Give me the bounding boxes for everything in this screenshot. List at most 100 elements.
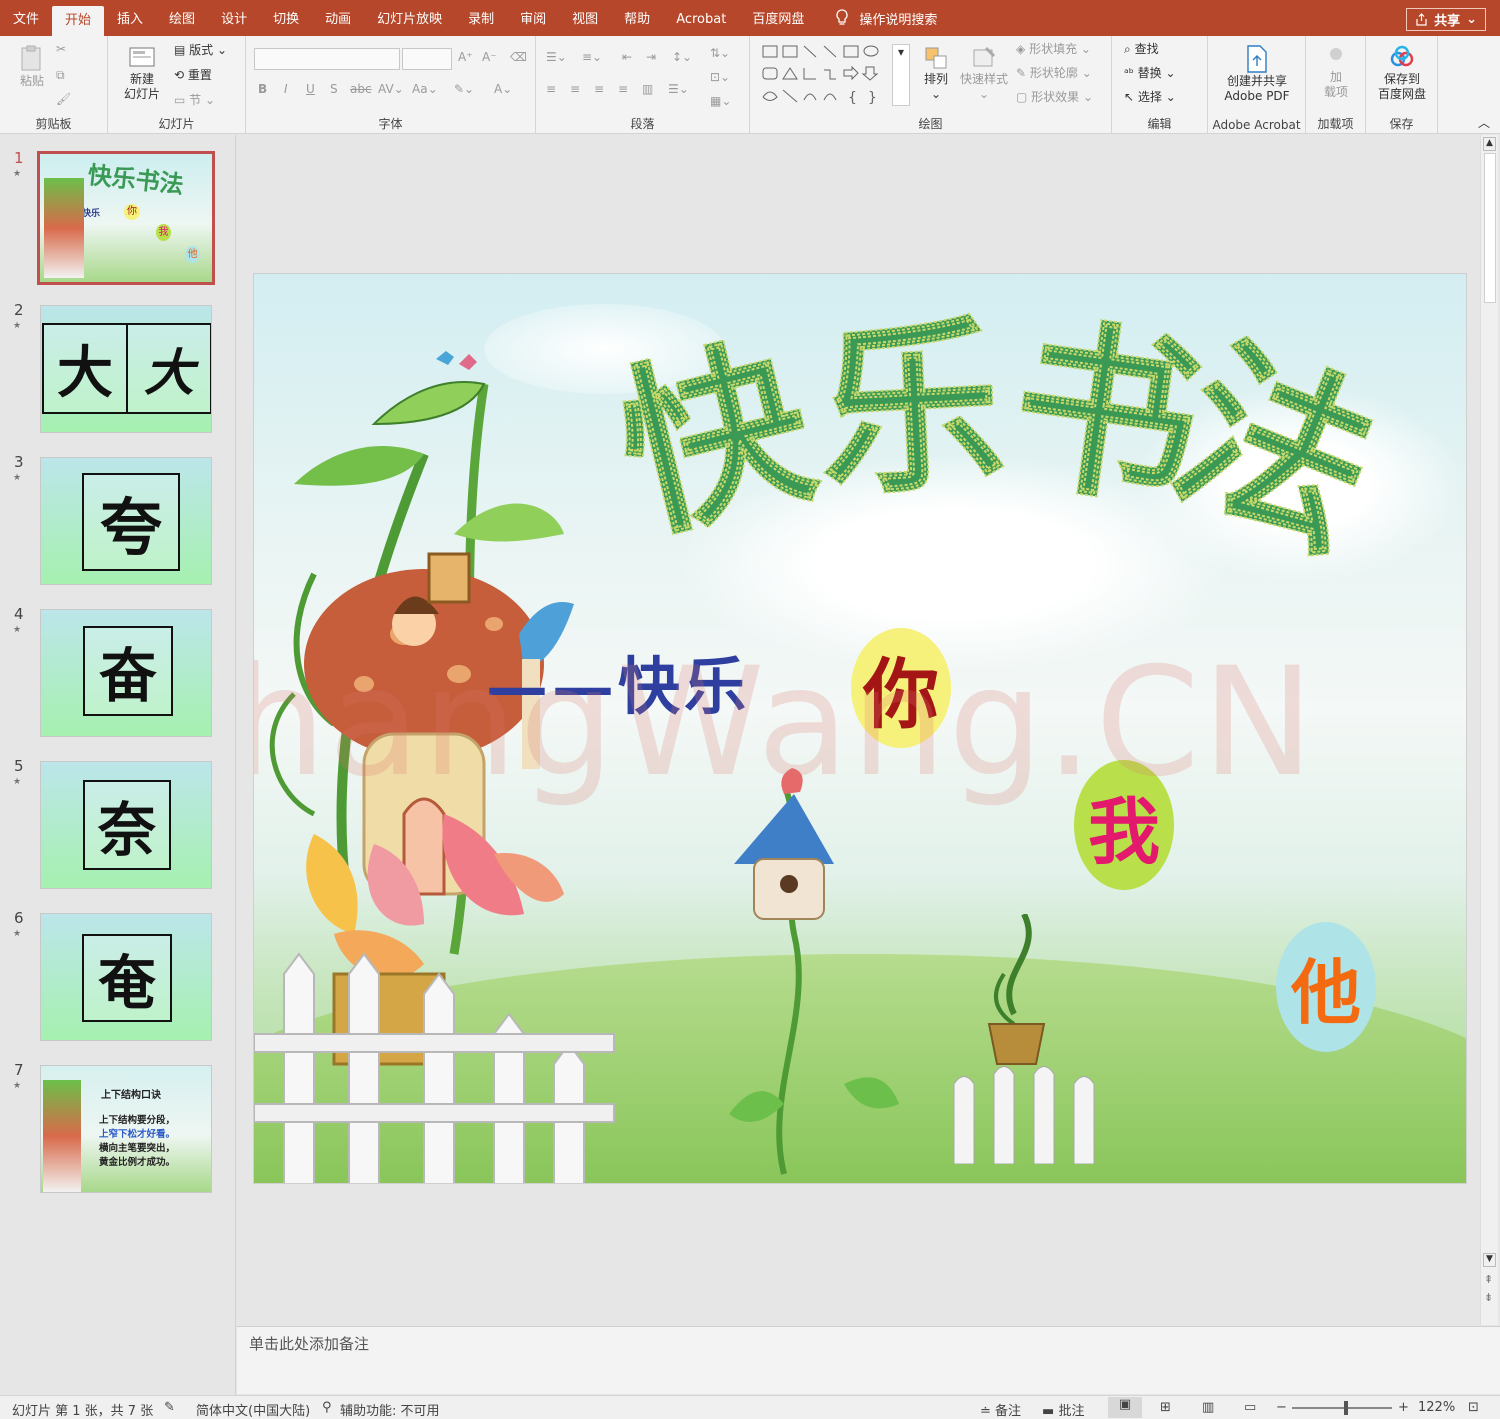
paragraph-group: ☰⌄ ≡⌄ ⇤ ⇥ ↕⌄ ⇅⌄ ⊡⌄ ▦⌄ ≡ ≡ ≡ ≡ ▥ ☰⌄ 段落	[536, 36, 750, 134]
section-button[interactable]: ▭ 节 ⌄	[174, 93, 215, 108]
create-pdf-button[interactable]: 创建并共享 Adobe PDF	[1212, 44, 1302, 104]
language-indicator[interactable]: 简体中文(中国大陆)	[196, 1400, 310, 1419]
tab-transitions[interactable]: 切换	[260, 0, 312, 36]
char-spacing-icon[interactable]: AV⌄	[378, 82, 404, 97]
slide-thumbnail-2[interactable]: 大 大	[40, 305, 212, 433]
reading-view-icon[interactable]: ▥	[1202, 1400, 1214, 1415]
vertical-scrollbar[interactable]: ▲ ▼ ⇞ ⇟	[1480, 135, 1498, 1325]
find-button[interactable]: ⌕ 查找	[1124, 42, 1159, 57]
paste-button[interactable]: 粘贴	[14, 44, 50, 89]
strikethrough-icon[interactable]: abc	[350, 82, 372, 97]
comments-toggle[interactable]: ▬ 批注	[1042, 1400, 1084, 1419]
scroll-up-icon[interactable]: ▲	[1483, 137, 1496, 151]
collapse-ribbon-icon[interactable]: ︿	[1478, 116, 1490, 131]
tab-record[interactable]: 录制	[455, 0, 507, 36]
smartart-icon[interactable]: ▦⌄	[710, 94, 731, 109]
scroll-down-icon[interactable]: ▼	[1483, 1253, 1496, 1267]
line-spacing-icon[interactable]: ↕⌄	[672, 50, 692, 65]
font-color-icon[interactable]: A⌄	[494, 82, 512, 97]
fit-to-window-icon[interactable]: ⊡	[1468, 1400, 1479, 1415]
align-text-icon[interactable]: ⊡⌄	[710, 70, 730, 85]
spellcheck-icon[interactable]: ✎	[164, 1400, 175, 1415]
italic-icon[interactable]: I	[284, 82, 288, 97]
tab-animations[interactable]: 动画	[312, 0, 364, 36]
align-right-icon[interactable]: ≡	[594, 82, 604, 97]
distribute-icon[interactable]: ☰⌄	[668, 82, 689, 97]
pdf-share-icon	[1247, 45, 1267, 73]
slide-thumbnail-3[interactable]: 夸	[40, 457, 212, 585]
decrease-indent-icon[interactable]: ⇤	[622, 50, 632, 65]
slide-thumbnail-4[interactable]: 奋	[40, 609, 212, 737]
zoom-level[interactable]: 122%	[1418, 1400, 1455, 1415]
shapes-gallery[interactable]: { }	[760, 42, 910, 112]
new-slide-button[interactable]: 新建 幻灯片	[116, 42, 168, 102]
scroll-thumb[interactable]	[1484, 153, 1496, 303]
shape-fill-button[interactable]: ◈ 形状填充 ⌄	[1016, 42, 1091, 57]
shapes-more-button[interactable]: ▾	[892, 44, 910, 106]
arrange-button[interactable]: 排列 ⌄	[918, 44, 954, 102]
shape-outline-button[interactable]: ✎ 形状轮廓 ⌄	[1016, 66, 1092, 81]
thumb-title: 上下结构口诀	[101, 1090, 161, 1101]
tab-baidu[interactable]: 百度网盘	[739, 0, 817, 36]
reset-button[interactable]: ⟲ 重置	[174, 68, 212, 83]
shrink-font-icon[interactable]: A⁻	[482, 50, 497, 65]
slide-canvas[interactable]: 快 乐 书 法 ——快乐 你 我 他 ShangWang.CN	[253, 273, 1467, 1184]
tab-home[interactable]: 开始	[52, 6, 105, 36]
format-painter-icon[interactable]: 🖌	[56, 92, 71, 107]
grow-font-icon[interactable]: A⁺	[458, 50, 473, 65]
numbering-icon[interactable]: ≡⌄	[582, 50, 602, 65]
zoom-slider[interactable]	[1292, 1401, 1392, 1415]
slide-thumbnail-5[interactable]: 奈	[40, 761, 212, 889]
slide-thumbnail-6[interactable]: 奄	[40, 913, 212, 1041]
tab-help[interactable]: 帮助	[611, 0, 663, 36]
addins-button[interactable]: 加载项	[1316, 46, 1356, 100]
normal-view-icon[interactable]: ▣	[1108, 1397, 1142, 1418]
zoom-slider-thumb[interactable]	[1344, 1401, 1348, 1415]
clear-format-icon[interactable]: ⌫	[510, 50, 527, 65]
next-slide-icon[interactable]: ⇟	[1484, 1291, 1493, 1304]
change-case-icon[interactable]: Aa⌄	[412, 82, 438, 97]
notes-pane[interactable]: 单击此处添加备注	[237, 1326, 1500, 1394]
highlight-icon[interactable]: ✎⌄	[454, 82, 474, 97]
underline-icon[interactable]: U	[306, 82, 315, 97]
prev-slide-icon[interactable]: ⇞	[1484, 1273, 1493, 1286]
layout-button[interactable]: ▤ 版式 ⌄	[174, 43, 227, 58]
tab-slideshow[interactable]: 幻灯片放映	[364, 0, 455, 36]
tell-me-search[interactable]: 操作说明搜索	[817, 9, 937, 28]
tab-file[interactable]: 文件	[0, 0, 52, 36]
align-center-icon[interactable]: ≡	[570, 82, 580, 97]
cut-icon[interactable]: ✂	[56, 42, 66, 57]
font-size-box[interactable]	[402, 48, 452, 70]
increase-indent-icon[interactable]: ⇥	[646, 50, 656, 65]
align-left-icon[interactable]: ≡	[546, 82, 556, 97]
share-button[interactable]: 共享 ⌄	[1406, 8, 1486, 31]
select-button[interactable]: ↖ 选择 ⌄	[1124, 90, 1176, 105]
shape-effects-button[interactable]: ▢ 形状效果 ⌄	[1016, 90, 1093, 105]
replace-button[interactable]: ᵃᵇ 替换 ⌄	[1124, 66, 1176, 81]
save-baidu-button[interactable]: 保存到 百度网盘	[1372, 44, 1432, 102]
copy-icon[interactable]: ⧉	[56, 68, 65, 83]
slideshow-icon[interactable]: ▭	[1244, 1400, 1256, 1415]
tab-draw[interactable]: 绘图	[156, 0, 208, 36]
font-family-box[interactable]	[254, 48, 400, 70]
tab-view[interactable]: 视图	[559, 0, 611, 36]
justify-icon[interactable]: ≡	[618, 82, 628, 97]
slide-thumbnail-1[interactable]: 快乐书法 快乐 你 我 他	[37, 151, 215, 285]
shadow-icon[interactable]: S	[330, 82, 338, 97]
notes-toggle[interactable]: ≐ 备注	[980, 1400, 1021, 1419]
slide-sorter-icon[interactable]: ⊞	[1160, 1400, 1171, 1415]
slide-thumbnail-7[interactable]: 上下结构口诀 上下结构要分段， 上窄下松才好看。 横向主笔要突出， 黄金比例才成…	[40, 1065, 212, 1193]
zoom-in-icon[interactable]: +	[1398, 1400, 1409, 1415]
tab-acrobat[interactable]: Acrobat	[663, 0, 739, 36]
birdhouse-illustration	[729, 768, 899, 1175]
bullets-icon[interactable]: ☰⌄	[546, 50, 567, 65]
accessibility-status[interactable]: 辅助功能: 不可用	[340, 1400, 440, 1419]
tab-design[interactable]: 设计	[208, 0, 260, 36]
columns-icon[interactable]: ▥	[642, 82, 653, 97]
quick-styles-button[interactable]: 快速样式 ⌄	[956, 44, 1012, 102]
tab-review[interactable]: 审阅	[507, 0, 559, 36]
tab-insert[interactable]: 插入	[104, 0, 156, 36]
bold-icon[interactable]: B	[258, 82, 267, 97]
zoom-out-icon[interactable]: −	[1276, 1400, 1287, 1415]
text-direction-icon[interactable]: ⇅⌄	[710, 46, 730, 61]
